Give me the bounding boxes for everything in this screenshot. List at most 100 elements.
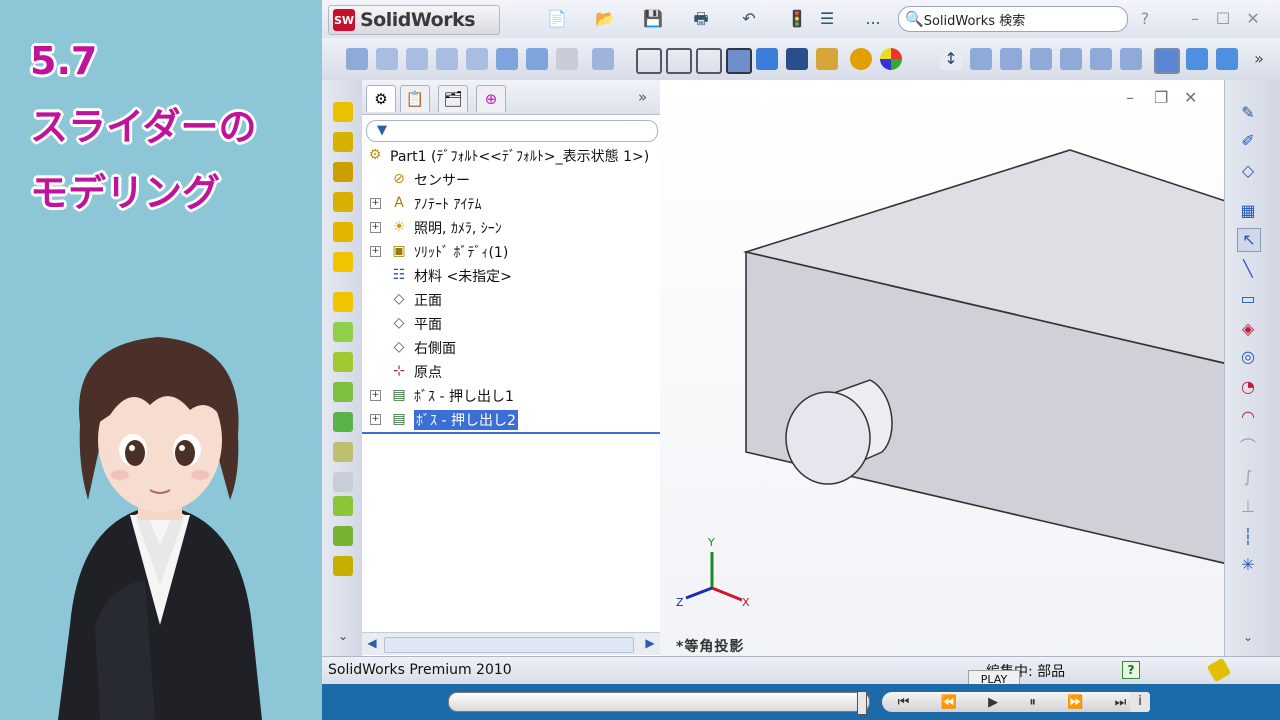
pan-icon[interactable]: [526, 48, 548, 70]
view-orientation-icon[interactable]: [346, 48, 368, 70]
close-icon[interactable]: ✕: [1242, 8, 1264, 30]
normal-to-icon[interactable]: ↕: [940, 48, 962, 70]
feature-tree-item[interactable]: ⊘ センサー: [362, 168, 660, 191]
feature-tree-item[interactable]: + ▤ ﾎﾞｽ - 押し出し2: [362, 408, 660, 431]
rollback-bar[interactable]: [362, 432, 660, 434]
section-view-icon[interactable]: [592, 48, 614, 70]
linear-pattern-icon[interactable]: [333, 412, 353, 432]
rebuild-traffic-light-icon[interactable]: 🚦: [786, 8, 808, 30]
mirror-icon[interactable]: [333, 442, 353, 462]
isometric-view-icon[interactable]: [1154, 48, 1180, 74]
feature-filter-input[interactable]: ▼: [366, 120, 658, 142]
sketch-toolbar-expand-icon[interactable]: ⌄: [1237, 626, 1259, 648]
hidden-lines-removed-icon[interactable]: [696, 48, 722, 74]
feature-tree-item[interactable]: ☷ 材料 <未指定>: [362, 264, 660, 287]
feature-tree-item[interactable]: ◇ 正面: [362, 288, 660, 311]
dimxpert-manager-tab-icon[interactable]: ⊕: [476, 85, 506, 112]
open-folder-icon[interactable]: 📂: [594, 8, 616, 30]
hole-wizard-icon[interactable]: [333, 382, 353, 402]
right-view-icon[interactable]: [1060, 48, 1082, 70]
tree-expander-icon[interactable]: +: [370, 246, 381, 257]
bottom-view-icon[interactable]: [1120, 48, 1142, 70]
panel-collapse-icon[interactable]: »: [638, 88, 647, 106]
rewind-icon[interactable]: ⏪: [941, 695, 957, 710]
skip-to-start-icon[interactable]: ⏮: [898, 695, 910, 710]
arc-icon[interactable]: ◔: [1237, 376, 1259, 398]
circular-pattern-icon[interactable]: [333, 496, 353, 516]
sketch-icon[interactable]: ✎: [1237, 102, 1259, 124]
horizontal-scrollbar[interactable]: ◀ ▶: [362, 632, 660, 655]
search-input[interactable]: SolidWorks 検索: [924, 10, 1026, 29]
info-icon[interactable]: i: [1130, 692, 1150, 712]
polygon-icon[interactable]: ◈: [1237, 318, 1259, 340]
sketch-relations-icon[interactable]: ▦: [1237, 200, 1259, 222]
play-icon[interactable]: ▶: [988, 695, 998, 710]
zoom-in-out-icon[interactable]: [436, 48, 458, 70]
feature-tree-item[interactable]: ⚙ Part1 (ﾃﾞﾌｫﾙﾄ<<ﾃﾞﾌｫﾙﾄ>_表示状態 1>): [362, 144, 660, 167]
save-icon[interactable]: 💾: [642, 8, 664, 30]
feature-tree-item[interactable]: + A ｱﾉﾃｰﾄ ｱｲﾃﾑ: [362, 192, 660, 215]
maximize-icon[interactable]: ☐: [1212, 8, 1234, 30]
fast-forward-icon[interactable]: ⏩: [1067, 695, 1083, 710]
spline-icon[interactable]: ∫: [1237, 466, 1259, 488]
property-manager-tab-icon[interactable]: 📋: [400, 85, 430, 112]
zoom-to-area-icon[interactable]: [406, 48, 428, 70]
appearance-icon[interactable]: [850, 48, 872, 70]
tree-expander-icon[interactable]: +: [370, 414, 381, 425]
shadows-icon[interactable]: [786, 48, 808, 70]
color-icon[interactable]: [880, 48, 902, 70]
point-icon[interactable]: ✳: [1237, 554, 1259, 576]
rotate-icon[interactable]: [496, 48, 518, 70]
reference-geometry-icon[interactable]: [333, 556, 353, 576]
solidworks-menu-button[interactable]: SW SolidWorks: [328, 5, 500, 35]
top-view-icon[interactable]: [1090, 48, 1112, 70]
centerline-icon[interactable]: ┆: [1237, 526, 1259, 548]
dimetric-view-icon[interactable]: [1216, 48, 1238, 70]
skip-to-end-icon[interactable]: ⏭: [1115, 695, 1127, 710]
model-view[interactable]: Y X Z: [660, 80, 1224, 656]
sketch-fillet-icon[interactable]: ⌒: [1237, 436, 1259, 458]
feature-tree-item[interactable]: + ▤ ﾎﾞｽ - 押し出し1: [362, 384, 660, 407]
tree-expander-icon[interactable]: +: [370, 390, 381, 401]
revolved-boss-icon[interactable]: [333, 132, 353, 152]
trimetric-view-icon[interactable]: [1186, 48, 1208, 70]
shaded-icon[interactable]: [756, 48, 778, 70]
select-cursor-icon[interactable]: ↖: [1237, 228, 1261, 252]
help-icon[interactable]: ?: [1134, 8, 1156, 30]
seek-bar[interactable]: [448, 691, 870, 715]
back-view-icon[interactable]: [1000, 48, 1022, 70]
line-icon[interactable]: ╲: [1237, 258, 1259, 280]
smart-dimension-icon[interactable]: ◇: [1237, 160, 1259, 182]
apply-scene-icon[interactable]: [816, 48, 838, 70]
draft-icon[interactable]: [333, 352, 353, 372]
rib-icon[interactable]: [333, 292, 353, 312]
tangent-arc-icon[interactable]: ◠: [1237, 406, 1259, 428]
graphics-viewport[interactable]: – ❐ ✕ Y X Z *等角投影: [660, 80, 1224, 656]
feature-tree-item[interactable]: ◇ 右側面: [362, 336, 660, 359]
status-help-icon[interactable]: ?: [1122, 661, 1140, 679]
tree-expander-icon[interactable]: +: [370, 198, 381, 209]
configuration-manager-tab-icon[interactable]: 🗂: [438, 85, 468, 112]
left-view-icon[interactable]: [1030, 48, 1052, 70]
rectangle-icon[interactable]: ▭: [1237, 288, 1259, 310]
shaded-with-edges-icon[interactable]: [726, 48, 752, 74]
chamfer-icon[interactable]: [333, 252, 353, 272]
swept-boss-icon[interactable]: [333, 162, 353, 182]
shell-icon[interactable]: [333, 322, 353, 342]
scroll-thumb[interactable]: [384, 637, 634, 653]
dome-icon[interactable]: [333, 472, 353, 492]
feature-tree-tab-icon[interactable]: ⚙: [366, 85, 396, 112]
circle-icon[interactable]: ◎: [1237, 346, 1259, 368]
file-properties-icon[interactable]: ☰: [816, 8, 838, 30]
zoom-to-fit-icon[interactable]: [376, 48, 398, 70]
pause-icon[interactable]: ⏸: [1029, 695, 1036, 710]
minimize-icon[interactable]: –: [1184, 8, 1206, 30]
feature-tree-item[interactable]: + ☀ 照明, ｶﾒﾗ, ｼｰﾝ: [362, 216, 660, 239]
3d-sketch-icon[interactable]: ✐: [1237, 130, 1259, 152]
undo-icon[interactable]: ↶: [738, 8, 760, 30]
plane-sketch-icon[interactable]: ⊥: [1237, 496, 1259, 518]
search-box[interactable]: 🔍 SolidWorks 検索: [898, 6, 1128, 32]
tag-icon[interactable]: [1206, 657, 1232, 683]
new-document-icon[interactable]: 📄: [546, 8, 568, 30]
print-icon[interactable]: 🖶: [690, 8, 712, 30]
